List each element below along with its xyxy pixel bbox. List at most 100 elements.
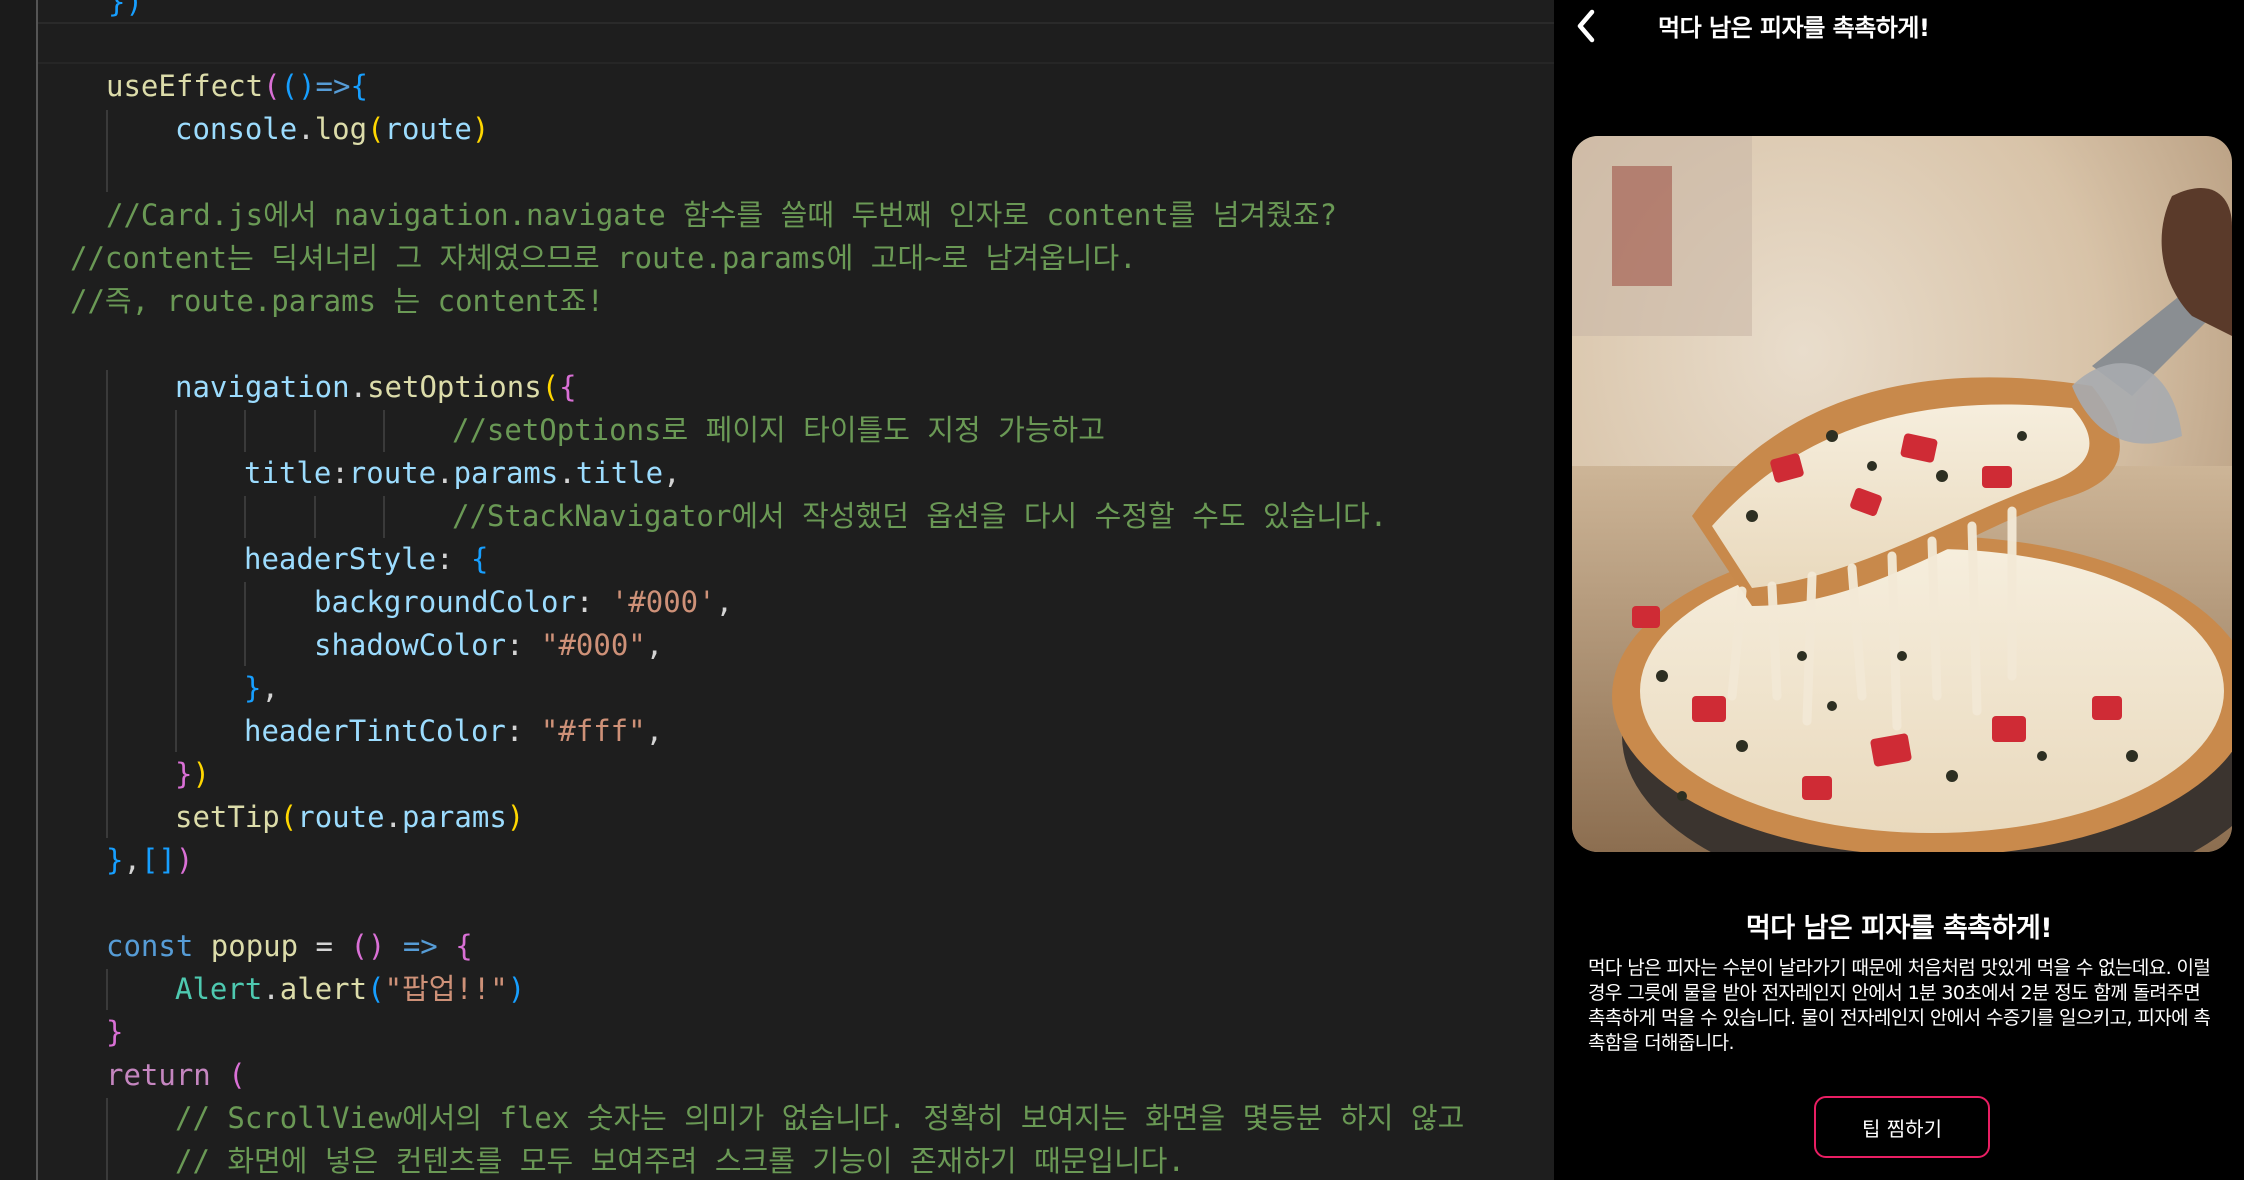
indent-guide (244, 410, 246, 452)
indent-guide (244, 582, 246, 666)
code-token: const (106, 929, 194, 963)
code-token: }) (108, 0, 143, 19)
phone-preview: 먹다 남은 피자를 촉촉하게! 먹다 남은 피자를 촉촉하게! 먹다 남은 피자… (1554, 0, 2244, 1180)
code-token: : (436, 542, 471, 576)
code-line[interactable]: }) (108, 0, 143, 22)
back-button[interactable] (1568, 6, 1608, 46)
indent-guide (244, 496, 246, 538)
code-token: } (244, 671, 262, 705)
code-line[interactable]: //StackNavigator에서 작성했던 옵션을 다시 수정할 수도 있습… (452, 496, 1387, 536)
code-token: //즉, route.params 는 content죠! (70, 284, 604, 318)
code-token: // ScrollView에서의 flex 숫자는 의미가 없습니다. 정확히 … (175, 1101, 1465, 1135)
code-line[interactable]: //Card.js에서 navigation.navigate 함수를 쓸때 두… (106, 195, 1337, 235)
code-token: "#fff" (540, 714, 646, 748)
code-line[interactable]: title:route.params.title, (244, 453, 681, 493)
code-line[interactable]: // 화면에 넣은 컨텐츠를 모두 보여주려 스크롤 기능이 존재하기 때문입니… (175, 1141, 1185, 1180)
code-token: ) (192, 757, 210, 791)
code-token: ) (507, 972, 526, 1006)
code-line[interactable]: backgroundColor: '#000', (314, 582, 733, 622)
code-token: () (350, 929, 386, 963)
code-line[interactable]: }, (244, 668, 279, 708)
code-token: { (350, 69, 368, 103)
code-token: route (297, 800, 385, 834)
code-line[interactable]: //setOptions로 페이지 타이틀도 지정 가능하고 (452, 410, 1105, 450)
code-token: } (175, 757, 193, 791)
code-token: params (453, 456, 559, 490)
code-line[interactable]: //content는 딕셔너리 그 자체였으므로 route.params에 고… (70, 238, 1137, 278)
code-token: ) (175, 843, 194, 877)
code-line[interactable]: } (106, 1012, 123, 1052)
code-token: : (505, 714, 541, 748)
content-description: 먹다 남은 피자는 수분이 날라가기 때문에 처음처럼 맛있게 먹을 수 없는데… (1588, 957, 2211, 1054)
code-line[interactable]: headerTintColor: "#fff", (244, 711, 663, 751)
code-token: , (645, 628, 664, 662)
code-token: alert (279, 972, 368, 1006)
code-line[interactable]: // ScrollView에서의 flex 숫자는 의미가 없습니다. 정확히 … (175, 1098, 1464, 1138)
indent-guide (314, 410, 316, 452)
indent-guide (175, 410, 177, 752)
code-token: . (558, 456, 576, 490)
code-token: : (575, 585, 611, 619)
code-token: ( (279, 800, 298, 834)
code-token: setTip (175, 800, 280, 834)
code-line[interactable]: setTip(route.params) (175, 797, 524, 837)
code-token: ( (541, 370, 560, 404)
indent-guide (383, 496, 385, 538)
code-token: : (506, 628, 541, 662)
indent-guide (106, 969, 108, 1010)
indent-guide (383, 410, 385, 452)
code-token: , (663, 456, 681, 490)
code-line[interactable]: shadowColor: "#000", (314, 625, 663, 665)
code-token: => (385, 929, 456, 963)
code-token: . (262, 972, 280, 1006)
header-title: 먹다 남은 피자를 촉촉하게! (1658, 14, 1930, 42)
code-token: backgroundColor (314, 585, 576, 619)
code-line[interactable]: console.log(route) (175, 109, 489, 149)
code-line[interactable]: navigation.setOptions({ (175, 367, 577, 407)
code-token: "#000" (540, 628, 646, 662)
code-token: //content는 딕셔너리 그 자체였으므로 route.params에 고… (70, 241, 1137, 275)
current-line-highlight (38, 62, 1554, 64)
code-editor[interactable]: }) useEffect(()=>{console.log(route)//Car… (0, 0, 1554, 1180)
editor-line-separator (38, 22, 1554, 24)
code-line[interactable]: }) (175, 754, 210, 794)
code-token: return (106, 1058, 211, 1092)
indent-guide (106, 1098, 108, 1180)
code-token: ) (471, 112, 490, 146)
code-token: //setOptions로 페이지 타이틀도 지정 가능하고 (452, 413, 1105, 447)
save-tip-button[interactable]: 팁 찜하기 (1814, 1096, 1990, 1158)
code-token: ( (367, 112, 385, 146)
code-token: console (175, 112, 298, 146)
code-token: , (645, 714, 664, 748)
code-line[interactable]: return ( (106, 1055, 246, 1095)
code-token: title (244, 456, 332, 490)
code-token: . (297, 112, 315, 146)
code-line[interactable]: const popup = () => { (106, 926, 473, 966)
code-token: title (575, 456, 664, 490)
code-token: { (559, 370, 577, 404)
code-token: popup (193, 929, 316, 963)
code-token: { (455, 929, 473, 963)
indent-guide (36, 0, 38, 1180)
code-token: //Card.js에서 navigation.navigate 함수를 쓸때 두… (106, 198, 1337, 232)
code-token: navigation (175, 370, 350, 404)
indent-guide (106, 110, 108, 192)
pizza-photo (1572, 136, 2232, 852)
editor-gutter (0, 0, 38, 1180)
code-line[interactable]: Alert.alert("팝업!!") (175, 969, 525, 1009)
code-token: useEffect (106, 69, 264, 103)
screen-header: 먹다 남은 피자를 촉촉하게! (1554, 0, 2244, 60)
code-line[interactable]: //즉, route.params 는 content죠! (70, 281, 604, 321)
code-token: } (106, 1015, 124, 1049)
code-token: , (261, 671, 279, 705)
code-token: route (384, 112, 472, 146)
code-token: //StackNavigator에서 작성했던 옵션을 다시 수정할 수도 있습… (452, 499, 1388, 533)
code-token: : (331, 456, 349, 490)
code-line[interactable]: },[]) (106, 840, 193, 880)
code-line[interactable]: headerStyle: { (244, 539, 488, 579)
code-token: ) (506, 800, 525, 834)
code-line[interactable]: useEffect(()=>{ (106, 66, 368, 106)
code-token: { (470, 542, 489, 576)
code-token: () (280, 69, 316, 103)
code-token: ( (210, 1058, 246, 1092)
